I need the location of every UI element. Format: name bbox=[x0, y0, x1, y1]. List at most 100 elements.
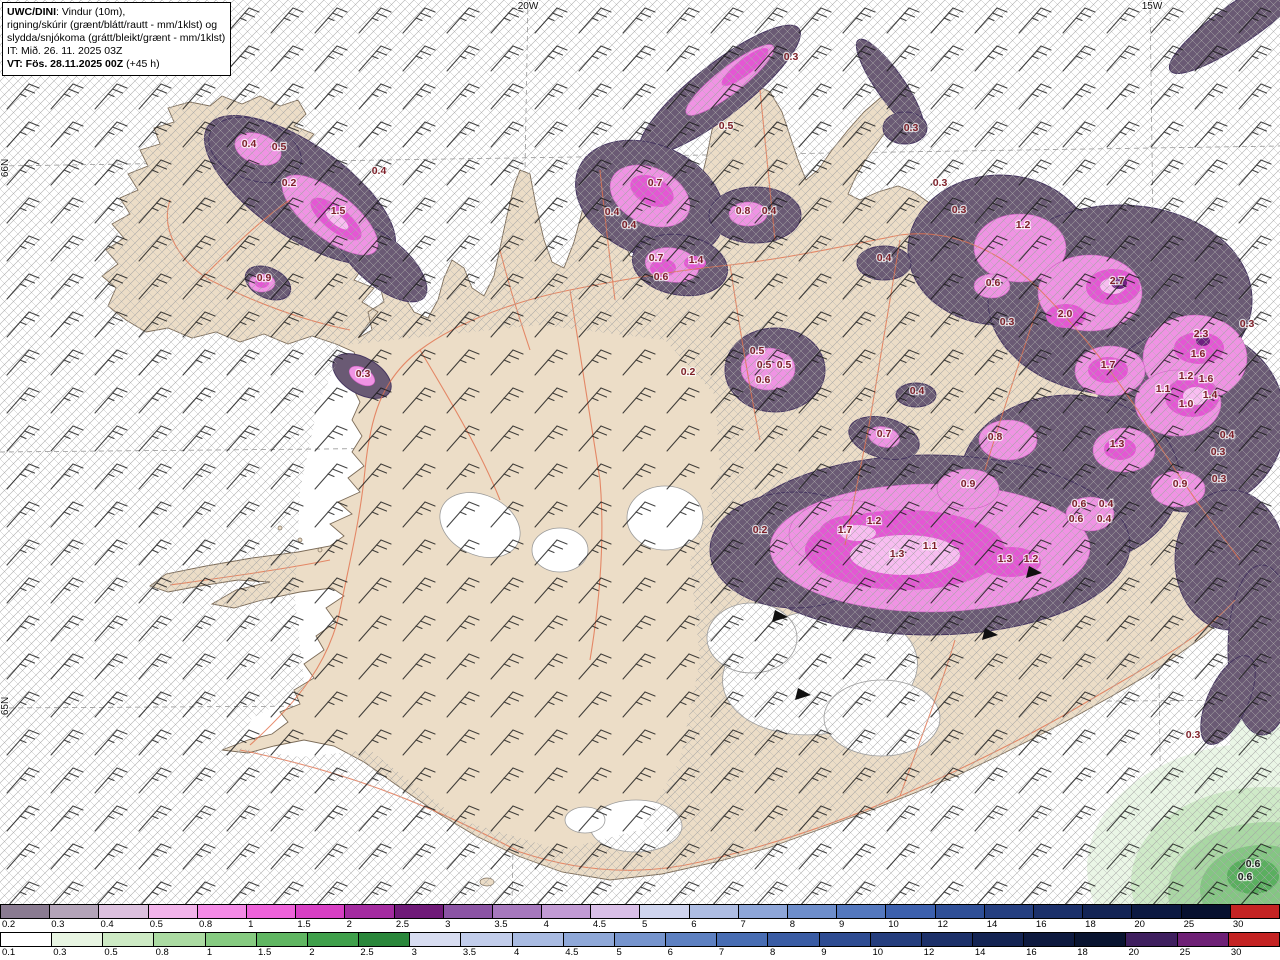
colorbar-tick-label: 8 bbox=[789, 919, 796, 930]
precip-max-label: 0.3 bbox=[1000, 316, 1015, 328]
precip-max-label: 1.2 bbox=[867, 515, 882, 527]
colorbar-cell bbox=[1126, 933, 1178, 946]
colorbar-cell bbox=[205, 933, 257, 946]
colorbar-cell bbox=[788, 905, 838, 918]
legend-variable: : Vindur (10m), bbox=[56, 6, 126, 18]
precip-max-label: 0.3 bbox=[1186, 729, 1201, 741]
precip-max-label: 0.3 bbox=[904, 122, 919, 134]
precip-max-label: 1.6 bbox=[1191, 348, 1206, 360]
precip-max-label: 0.6 bbox=[1238, 871, 1253, 883]
precip-max-label: 1.1 bbox=[923, 540, 938, 552]
precip-max-label: 1.7 bbox=[1101, 359, 1116, 371]
colorbar-tick-label: 5 bbox=[616, 947, 622, 958]
colorbar-0-cells bbox=[0, 904, 1280, 919]
colorbar-cell bbox=[443, 905, 493, 918]
precip-max-label: 0.9 bbox=[961, 478, 976, 490]
colorbar-tick-label: 7 bbox=[740, 919, 746, 930]
colorbar-tick-label: 1.5 bbox=[258, 947, 272, 958]
colorbar-tick-label: 0.1 bbox=[2, 947, 16, 958]
colorbar-tick-label: 18 bbox=[1085, 919, 1096, 930]
precip-max-label: 2.3 bbox=[1194, 328, 1209, 340]
precip-max-label: 0.7 bbox=[877, 428, 892, 440]
colorbar-cell bbox=[1, 905, 51, 918]
init-time: IT: Mið. 26. 11. 2025 03Z bbox=[7, 45, 123, 57]
colorbar-tick-label: 0.8 bbox=[155, 947, 169, 958]
precip-max-label: 1.0 bbox=[1179, 398, 1194, 410]
colorbar-tick-label: 10 bbox=[872, 947, 884, 958]
colorbar-tick-label: 14 bbox=[974, 947, 986, 958]
graticule-label: 65N bbox=[0, 697, 11, 715]
precip-max-label: 0.4 bbox=[372, 165, 387, 177]
precip-max-label: 0.6 bbox=[1246, 858, 1261, 870]
precip-max-label: 0.6 bbox=[986, 277, 1001, 289]
colorbar-legend: 0.2 0.3 0.4 0.5 0.8 1 1.5 2 2.5 3 3.5 4 4.5 5 6 7 8 9 10 12… bbox=[0, 904, 1280, 960]
colorbar-cell bbox=[921, 933, 973, 946]
precip-max-label: 0.4 bbox=[622, 219, 637, 231]
colorbar-tick-label: 9 bbox=[838, 919, 845, 930]
colorbar-cell bbox=[591, 905, 641, 918]
precip-max-label: 0.4 bbox=[910, 385, 925, 397]
legend-line-1: UWC/DINI: Vindur (10m), bbox=[7, 6, 225, 19]
colorbar-cell bbox=[345, 905, 395, 918]
colorbar-cell bbox=[307, 933, 360, 946]
precip-max-label: 0.9 bbox=[257, 272, 272, 284]
colorbar-tick-label: 0.5 bbox=[149, 919, 163, 930]
colorbar-1-labels: 0.1 0.3 0.5 0.8 1 1.5 2 2.5 3 3.5 4 4.5 5 6 7 8 9 10 12 14 1… bbox=[0, 947, 1280, 960]
colorbar-cell bbox=[768, 933, 820, 946]
precip-max-label: 0.5 bbox=[719, 120, 734, 132]
colorbar-tick-label: 30 bbox=[1230, 947, 1242, 958]
colorbar-tick-label: 2.5 bbox=[395, 919, 410, 930]
colorbar-cell bbox=[148, 905, 198, 918]
precip-max-label: 0.3 bbox=[952, 204, 967, 216]
precip-max-label: 0.5 bbox=[777, 359, 792, 371]
colorbar-cell bbox=[666, 933, 718, 946]
map-area: 20W 15W 66N 65N 0.3 0.4 0.5 0.2 0.4 1.5 0.9 0.5 0.7… bbox=[0, 0, 1280, 904]
colorbar-tick-label: 1 bbox=[248, 919, 254, 930]
precip-max-label: 1.2 bbox=[1016, 219, 1031, 231]
valid-time: VT: Fös. 28.11.2025 00Z (+45 h) bbox=[7, 58, 160, 70]
colorbar-tick-label: 14 bbox=[986, 919, 998, 930]
precip-max-label: 0.4 bbox=[605, 206, 620, 218]
colorbar-cell bbox=[886, 905, 936, 918]
colorbar-cell bbox=[197, 905, 247, 918]
colorbar-cell bbox=[1083, 905, 1133, 918]
precip-max-label: 0.3 bbox=[933, 177, 948, 189]
precip-max-label: 0.4 bbox=[1099, 498, 1114, 510]
colorbar-tick-label: 7 bbox=[718, 947, 725, 958]
precip-max-label: 1.3 bbox=[998, 553, 1013, 565]
colorbar-tick-label: 0.5 bbox=[104, 947, 118, 958]
colorbar-tick-label: 1.5 bbox=[297, 919, 311, 930]
colorbar-1-cells bbox=[0, 932, 1280, 947]
colorbar-tick-label: 30 bbox=[1232, 919, 1244, 930]
precip-max-label: 0.6 bbox=[1072, 498, 1087, 510]
precip-max-label: 0.3 bbox=[1212, 473, 1227, 485]
precip-max-label: 0.5 bbox=[750, 345, 765, 357]
colorbar-tick-label: 4 bbox=[543, 919, 549, 930]
precip-max-label: 0.5 bbox=[272, 141, 287, 153]
colorbar-cell bbox=[837, 905, 887, 918]
colorbar-0-labels: 0.2 0.3 0.4 0.5 0.8 1 1.5 2 2.5 3 3.5 4 4.5 5 6 7 8 9 10 12… bbox=[0, 919, 1280, 932]
colorbar-tick-label: 3.5 bbox=[462, 947, 477, 958]
precip-max-label: 0.5 bbox=[757, 359, 772, 371]
colorbar-cell bbox=[394, 905, 444, 918]
colorbar-cell bbox=[512, 933, 564, 946]
precip-max-label: 0.8 bbox=[736, 205, 751, 217]
colorbar-cell bbox=[410, 933, 462, 946]
precip-max-label: 0.8 bbox=[988, 431, 1003, 443]
precip-max-label: 0.7 bbox=[648, 177, 663, 189]
precip-max-label: 0.3 bbox=[784, 51, 799, 63]
colorbar-tick-label: 20 bbox=[1128, 947, 1140, 958]
precip-max-label: 1.5 bbox=[331, 205, 346, 217]
colorbar-tick-label: 25 bbox=[1183, 919, 1195, 930]
colorbar-cell bbox=[52, 933, 104, 946]
wind-barb-field bbox=[0, 0, 1280, 904]
precip-max-label: 1.6 bbox=[1199, 373, 1214, 385]
colorbar-tick-label: 10 bbox=[888, 919, 899, 930]
graticule-label: 66N bbox=[0, 159, 11, 177]
colorbar-tick-label: 6 bbox=[691, 919, 697, 930]
precip-max-label: 1.2 bbox=[1024, 553, 1039, 565]
precip-max-label: 0.4 bbox=[1097, 513, 1112, 525]
colorbar-tick-label: 0.3 bbox=[53, 947, 67, 958]
colorbar-cell bbox=[563, 933, 615, 946]
colorbar-tick-label: 3 bbox=[411, 947, 417, 958]
